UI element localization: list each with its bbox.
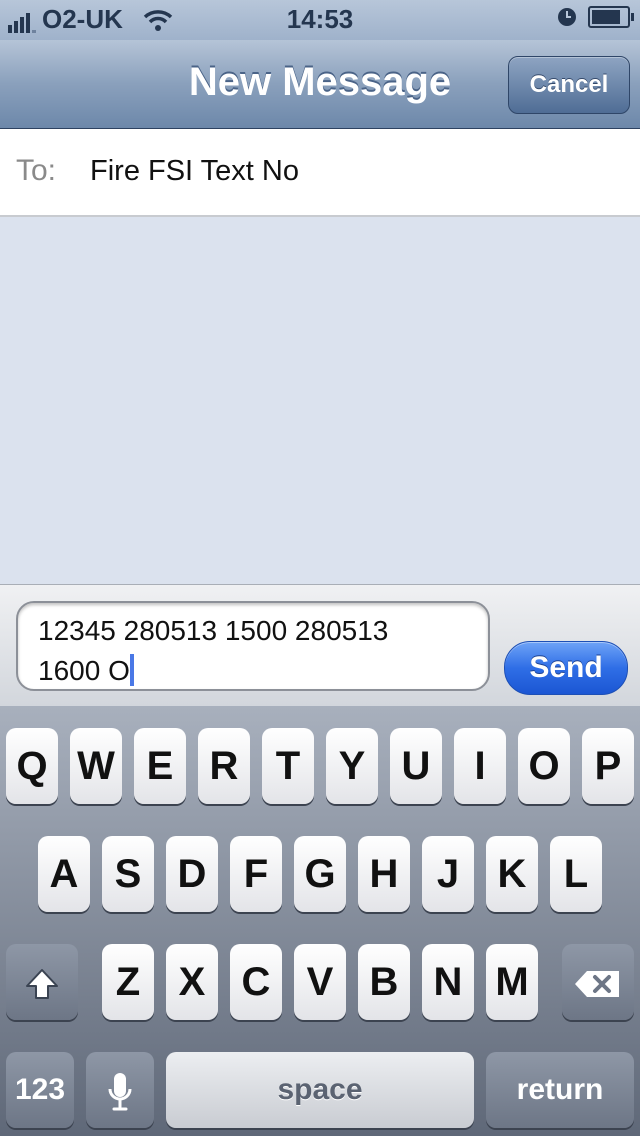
shift-icon (26, 969, 58, 1000)
key-z[interactable]: Z (102, 944, 154, 1020)
status-right (556, 6, 634, 28)
key-x[interactable]: X (166, 944, 218, 1020)
conversation-area (0, 217, 640, 584)
key-l[interactable]: L (550, 836, 602, 912)
space-key[interactable]: space (166, 1052, 474, 1128)
dictation-key[interactable] (86, 1052, 154, 1128)
key-t[interactable]: T (262, 728, 314, 804)
recipient-field[interactable]: To: Fire FSI Text No (0, 129, 640, 217)
key-y[interactable]: Y (326, 728, 378, 804)
key-j[interactable]: J (422, 836, 474, 912)
recipient-value[interactable]: Fire FSI Text No (90, 155, 299, 188)
message-text-line-1: 12345 280513 1500 280513 (38, 615, 389, 646)
key-m[interactable]: M (486, 944, 538, 1020)
key-n[interactable]: N (422, 944, 474, 1020)
navigation-bar: New Message Cancel (0, 40, 640, 129)
message-text-line-2: 1600 O (38, 655, 130, 686)
key-v[interactable]: V (294, 944, 346, 1020)
compose-bar: 12345 280513 1500 280513 1600 O Send (0, 584, 640, 707)
status-bar: O2-UK 14:53 (0, 0, 640, 40)
key-p[interactable]: P (582, 728, 634, 804)
key-q[interactable]: Q (6, 728, 58, 804)
key-f[interactable]: F (230, 836, 282, 912)
key-s[interactable]: S (102, 836, 154, 912)
message-text-line-2-wrap: 1600 O (38, 651, 468, 691)
key-u[interactable]: U (390, 728, 442, 804)
key-c[interactable]: C (230, 944, 282, 1020)
cancel-button[interactable]: Cancel (508, 56, 630, 114)
return-key[interactable]: return (486, 1052, 634, 1128)
shift-key[interactable] (6, 944, 78, 1020)
text-cursor (129, 654, 134, 686)
microphone-icon (108, 1073, 132, 1111)
message-text-input[interactable]: 12345 280513 1500 280513 1600 O (16, 601, 490, 691)
numbers-key[interactable]: 123 (6, 1052, 74, 1128)
key-i[interactable]: I (454, 728, 506, 804)
alarm-clock-icon (558, 8, 576, 26)
key-w[interactable]: W (70, 728, 122, 804)
key-b[interactable]: B (358, 944, 410, 1020)
backspace-icon (575, 971, 619, 998)
key-o[interactable]: O (518, 728, 570, 804)
recipient-label: To: (16, 154, 57, 187)
key-e[interactable]: E (134, 728, 186, 804)
delete-key[interactable] (562, 944, 634, 1020)
keyboard: Q W E R T Y U I O P A S D F G H J K L Z … (0, 706, 640, 1136)
key-d[interactable]: D (166, 836, 218, 912)
key-g[interactable]: G (294, 836, 346, 912)
send-button[interactable]: Send (504, 641, 628, 695)
battery-icon (588, 6, 634, 28)
status-time: 14:53 (286, 4, 354, 34)
key-a[interactable]: A (38, 836, 90, 912)
key-h[interactable]: H (358, 836, 410, 912)
key-k[interactable]: K (486, 836, 538, 912)
key-r[interactable]: R (198, 728, 250, 804)
